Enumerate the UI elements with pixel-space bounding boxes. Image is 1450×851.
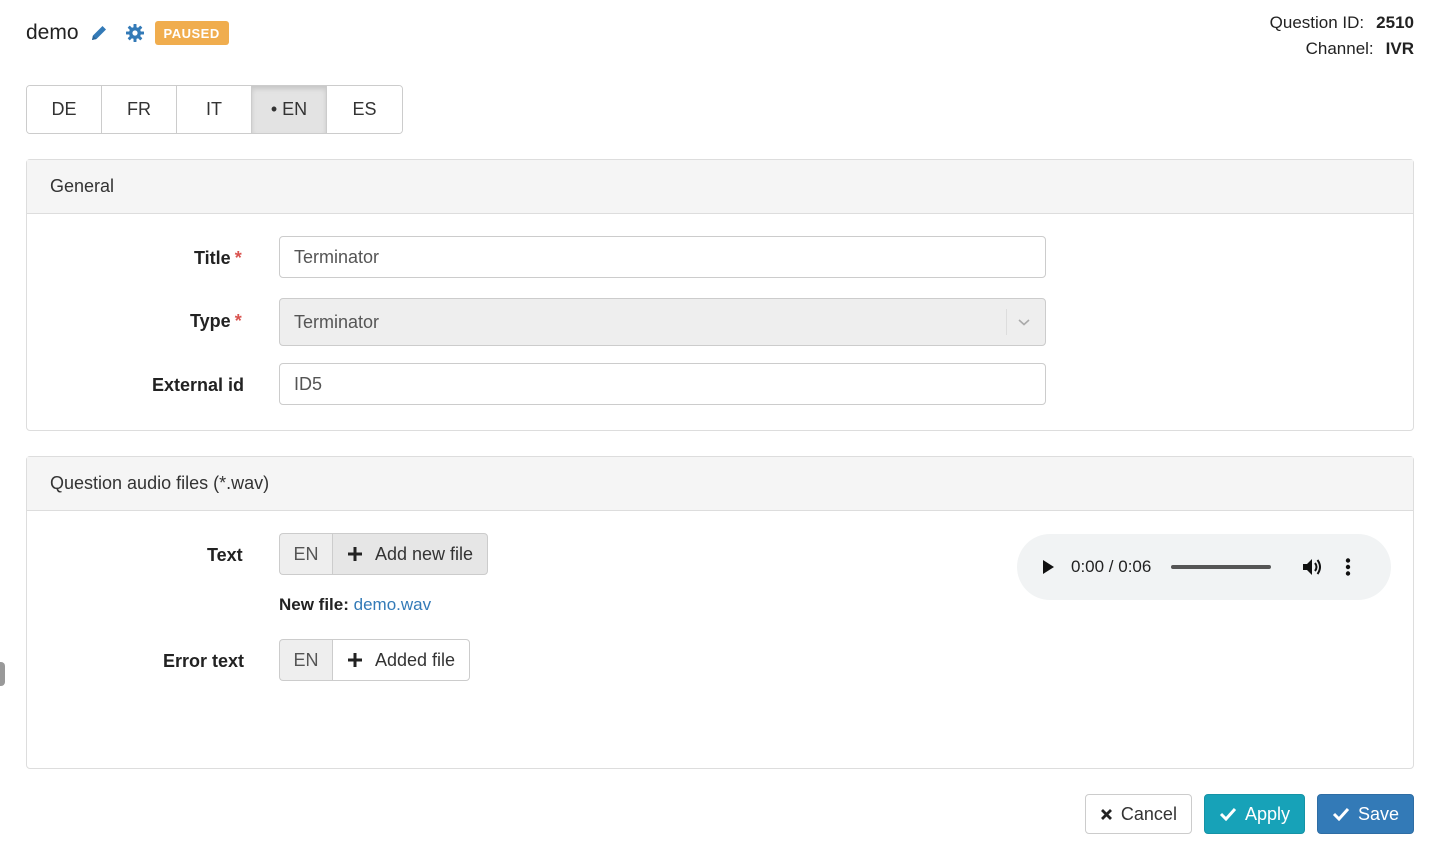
player-progress-track[interactable] (1171, 565, 1272, 569)
external-id-label: External id (152, 375, 245, 395)
added-file-label: Added file (375, 649, 456, 670)
tab-lang-es[interactable]: ES (327, 86, 402, 133)
question-name: demo (26, 21, 79, 44)
text-file-group: EN Add new file (279, 533, 489, 575)
text-lang-addon: EN (279, 533, 332, 575)
audio-player: 0:00 / 0:06 (1017, 534, 1391, 600)
save-label: Save (1357, 803, 1399, 824)
error-text-label: Error text (163, 651, 245, 671)
new-file-label: New file: (279, 595, 349, 614)
tab-lang-de[interactable]: DE (27, 86, 102, 133)
language-tabs: DE FR IT • EN ES (26, 85, 403, 134)
question-id-label: Question ID: (1269, 13, 1365, 32)
type-select-value: Terminator (294, 311, 380, 332)
cancel-label: Cancel (1120, 803, 1177, 824)
external-id-input[interactable]: ID5 (279, 363, 1046, 405)
tab-lang-it[interactable]: IT (177, 86, 252, 133)
apply-label: Apply (1244, 803, 1290, 824)
pencil-icon[interactable] (89, 23, 109, 43)
add-new-file-button[interactable]: Add new file (332, 533, 489, 575)
new-file-link[interactable]: demo.wav (354, 595, 431, 614)
form-actions: Cancel Apply Save (1084, 794, 1414, 834)
title-input[interactable]: Terminator (279, 236, 1046, 278)
error-file-group: EN Added file (279, 639, 471, 681)
general-panel: General Title * Terminator Type * Terminat… (26, 159, 1414, 431)
question-meta: Question ID: 2510 Channel: IVR (1270, 10, 1414, 62)
text-label: Text (207, 545, 243, 565)
title-label: Title * (194, 248, 242, 268)
general-panel-heading: General (27, 160, 1413, 214)
required-mark: * (234, 248, 242, 268)
type-label: Type * (190, 311, 242, 331)
question-id-value: 2510 (1376, 13, 1414, 32)
required-mark: * (234, 311, 242, 331)
page-header: demo PAUSED (26, 18, 229, 48)
cancel-button[interactable]: Cancel (1084, 794, 1192, 834)
close-icon (1100, 808, 1112, 820)
channel-label: Channel: (1305, 39, 1374, 58)
save-button[interactable]: Save (1316, 794, 1414, 834)
volume-icon[interactable] (1301, 557, 1323, 577)
plus-icon (348, 653, 362, 667)
type-select[interactable]: Terminator (279, 298, 1046, 346)
channel-value: IVR (1385, 39, 1414, 58)
play-icon[interactable] (1041, 559, 1055, 575)
check-icon (1332, 807, 1350, 821)
player-time: 0:00 / 0:06 (1071, 557, 1152, 576)
tab-lang-fr[interactable]: FR (102, 86, 177, 133)
error-lang-addon: EN (279, 639, 332, 681)
added-file-button[interactable]: Added file (332, 639, 471, 681)
chevron-down-icon (1006, 309, 1031, 335)
audio-panel: Question audio files (*.wav) Text EN Add… (26, 456, 1414, 769)
gear-icon[interactable] (125, 23, 145, 43)
check-icon (1219, 807, 1237, 821)
tab-lang-en[interactable]: • EN (252, 86, 327, 133)
more-options-icon[interactable] (1345, 557, 1351, 577)
side-handle[interactable] (0, 662, 5, 686)
add-new-file-label: Add new file (375, 543, 474, 564)
status-badge: PAUSED (154, 21, 229, 45)
audio-panel-heading: Question audio files (*.wav) (27, 457, 1413, 511)
plus-icon (348, 547, 362, 561)
new-file-info: New file: demo.wav (279, 595, 431, 615)
apply-button[interactable]: Apply (1203, 794, 1305, 834)
